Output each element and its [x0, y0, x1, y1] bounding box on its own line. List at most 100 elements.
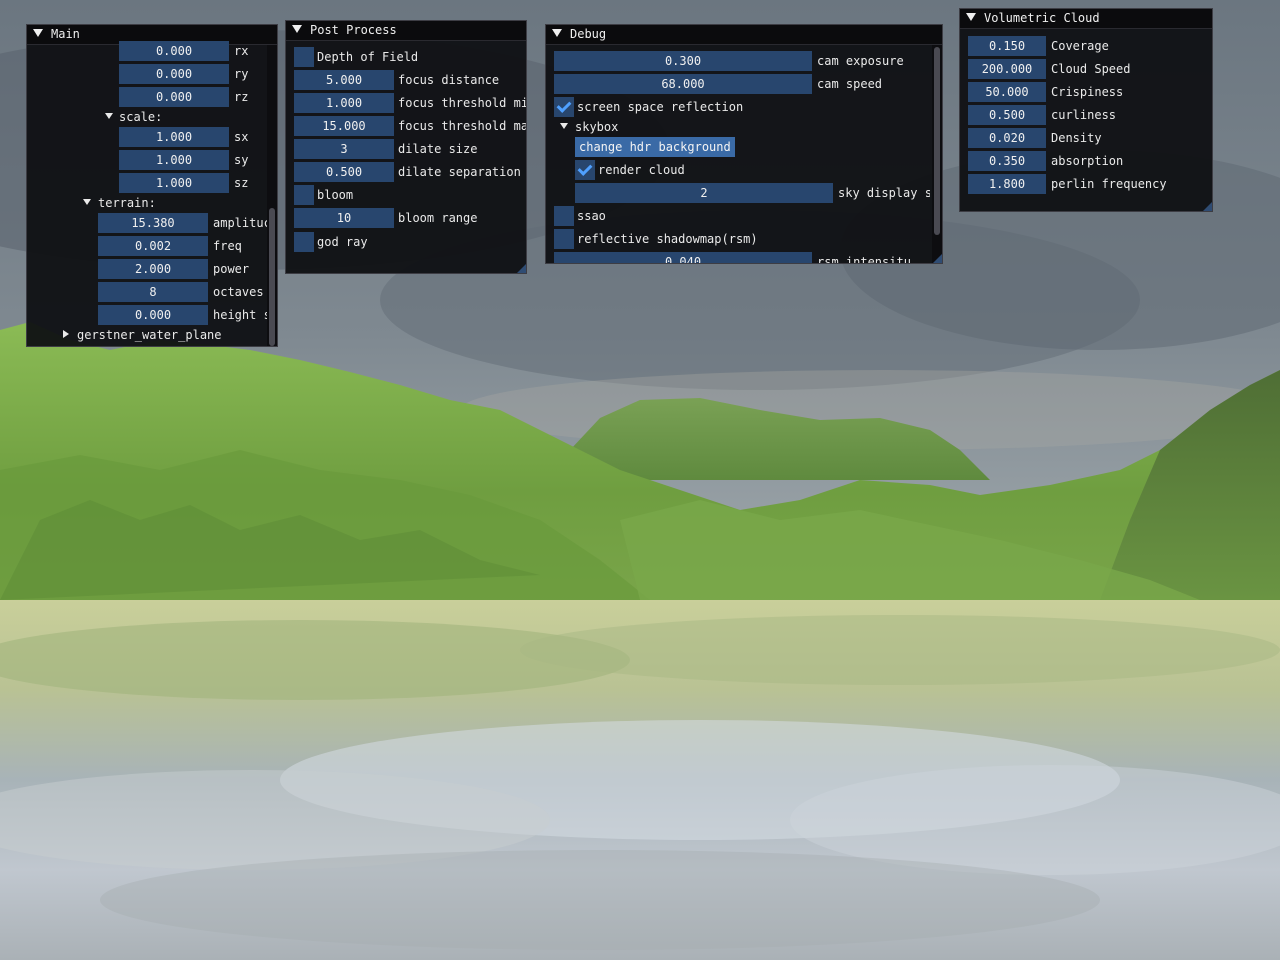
sy-row: 1.000 sy: [27, 150, 267, 170]
god-ray-row: god ray: [286, 232, 526, 252]
power-input[interactable]: 2.000: [98, 259, 208, 279]
cam-exposure-input[interactable]: 0.300: [554, 51, 812, 71]
render-cloud-label: render cloud: [598, 163, 685, 177]
render-cloud-row: render cloud: [546, 160, 930, 180]
ry-label: ry: [234, 67, 249, 81]
height-scale-row: 0.000 height s: [27, 305, 267, 325]
bloom-row: bloom: [286, 185, 526, 205]
rsm-intensity-row: 0.040 rsm intensitu: [546, 252, 930, 264]
octaves-label: octaves: [213, 285, 264, 299]
resize-grip-icon[interactable]: [517, 264, 526, 273]
sy-input[interactable]: 1.000: [119, 150, 229, 170]
sky-display-row: 2 sky display s: [546, 183, 930, 203]
perlin-frequency-row: 1.800 perlin frequency: [960, 174, 1212, 194]
rz-row: 0.000 rz: [27, 87, 267, 107]
cloud-speed-input[interactable]: 200.000: [968, 59, 1046, 79]
volumetric-cloud-titlebar[interactable]: Volumetric Cloud: [960, 9, 1212, 29]
resize-grip-icon[interactable]: [933, 254, 942, 263]
ssr-row: screen space reflection: [546, 97, 930, 117]
density-input[interactable]: 0.020: [968, 128, 1046, 148]
tree-expanded-icon: [560, 123, 568, 129]
resize-grip-icon[interactable]: [1203, 202, 1212, 211]
rsm-intensity-label: rsm intensitu: [817, 255, 911, 264]
curliness-input[interactable]: 0.500: [968, 105, 1046, 125]
focus-threshold-max-row: 15.000 focus threshold max: [286, 116, 527, 136]
debug-scrollbar-thumb[interactable]: [934, 47, 940, 235]
cloud-speed-label: Cloud Speed: [1051, 62, 1131, 76]
crispiness-label: Crispiness: [1051, 85, 1124, 99]
sz-label: sz: [234, 176, 249, 190]
power-label: power: [213, 262, 250, 276]
rx-row: 0.000 rx: [27, 41, 267, 61]
bloom-checkbox[interactable]: [294, 185, 314, 205]
ssao-row: ssao: [546, 206, 930, 226]
debug-scrollbar[interactable]: [932, 45, 942, 263]
rz-input[interactable]: 0.000: [119, 87, 229, 107]
render-cloud-checkbox[interactable]: [575, 160, 595, 180]
coverage-input[interactable]: 0.150: [968, 36, 1046, 56]
absorption-row: 0.350 absorption: [960, 151, 1212, 171]
dilate-size-label: dilate size: [398, 142, 478, 156]
skybox-node[interactable]: skybox: [546, 117, 930, 137]
dilate-separation-input[interactable]: 0.500: [294, 162, 394, 182]
main-scrollbar-thumb[interactable]: [269, 208, 275, 346]
water-plane-label: gerstner_water_plane: [77, 328, 222, 342]
rz-label: rz: [234, 90, 249, 104]
post-process-titlebar[interactable]: Post Process: [286, 21, 526, 41]
coverage-row: 0.150 Coverage: [960, 36, 1212, 56]
cam-speed-input[interactable]: 68.000: [554, 74, 812, 94]
freq-input[interactable]: 0.002: [98, 236, 208, 256]
rx-input[interactable]: 0.000: [119, 41, 229, 61]
octaves-row: 8 octaves: [27, 282, 267, 302]
octaves-input[interactable]: 8: [98, 282, 208, 302]
rsm-intensity-input[interactable]: 0.040: [554, 252, 812, 263]
collapse-arrow-icon[interactable]: [33, 29, 43, 37]
bloom-label: bloom: [317, 188, 354, 202]
sky-display-input[interactable]: 2: [575, 183, 833, 203]
ssr-checkbox[interactable]: [554, 97, 574, 117]
collapse-arrow-icon[interactable]: [292, 25, 302, 33]
rsm-checkbox[interactable]: [554, 229, 574, 249]
focus-threshold-max-label: focus threshold max: [398, 119, 527, 133]
ry-input[interactable]: 0.000: [119, 64, 229, 84]
water-plane-node[interactable]: gerstner_water_plane: [27, 325, 267, 345]
collapse-arrow-icon[interactable]: [552, 29, 562, 37]
change-hdr-background-button[interactable]: change hdr background: [575, 137, 735, 157]
scale-node[interactable]: scale:: [27, 107, 267, 127]
crispiness-input[interactable]: 50.000: [968, 82, 1046, 102]
sz-row: 1.000 sz: [27, 173, 267, 193]
amplitude-label: amplituc: [213, 216, 267, 230]
dilate-separation-row: 0.500 dilate separation: [286, 162, 526, 182]
rsm-row: reflective shadowmap(rsm): [546, 229, 930, 249]
debug-title: Debug: [570, 27, 607, 41]
amplitude-input[interactable]: 15.380: [98, 213, 208, 233]
ssao-label: ssao: [577, 209, 606, 223]
god-ray-checkbox[interactable]: [294, 232, 314, 252]
density-label: Density: [1051, 131, 1102, 145]
perlin-frequency-input[interactable]: 1.800: [968, 174, 1046, 194]
density-row: 0.020 Density: [960, 128, 1212, 148]
focus-threshold-min-label: focus threshold mir: [398, 96, 527, 110]
ssao-checkbox[interactable]: [554, 206, 574, 226]
bloom-range-input[interactable]: 10: [294, 208, 394, 228]
focus-threshold-min-input[interactable]: 1.000: [294, 93, 394, 113]
absorption-input[interactable]: 0.350: [968, 151, 1046, 171]
debug-titlebar[interactable]: Debug: [546, 25, 942, 45]
sx-input[interactable]: 1.000: [119, 127, 229, 147]
rsm-label: reflective shadowmap(rsm): [577, 232, 758, 246]
collapse-arrow-icon[interactable]: [966, 13, 976, 21]
dilate-size-input[interactable]: 3: [294, 139, 394, 159]
main-scrollbar[interactable]: [267, 45, 277, 346]
tree-collapsed-icon: [63, 330, 69, 338]
debug-panel: Debug 0.300 cam exposure 68.000 cam spee…: [545, 24, 943, 264]
focus-distance-input[interactable]: 5.000: [294, 70, 394, 90]
focus-threshold-max-input[interactable]: 15.000: [294, 116, 394, 136]
cam-exposure-row: 0.300 cam exposure: [546, 51, 930, 71]
ry-row: 0.000 ry: [27, 64, 267, 84]
height-scale-input[interactable]: 0.000: [98, 305, 208, 325]
main-title: Main: [51, 27, 80, 41]
terrain-node[interactable]: terrain:: [27, 193, 267, 213]
sz-input[interactable]: 1.000: [119, 173, 229, 193]
dof-checkbox[interactable]: [294, 47, 314, 67]
dof-label: Depth of Field: [317, 50, 419, 64]
